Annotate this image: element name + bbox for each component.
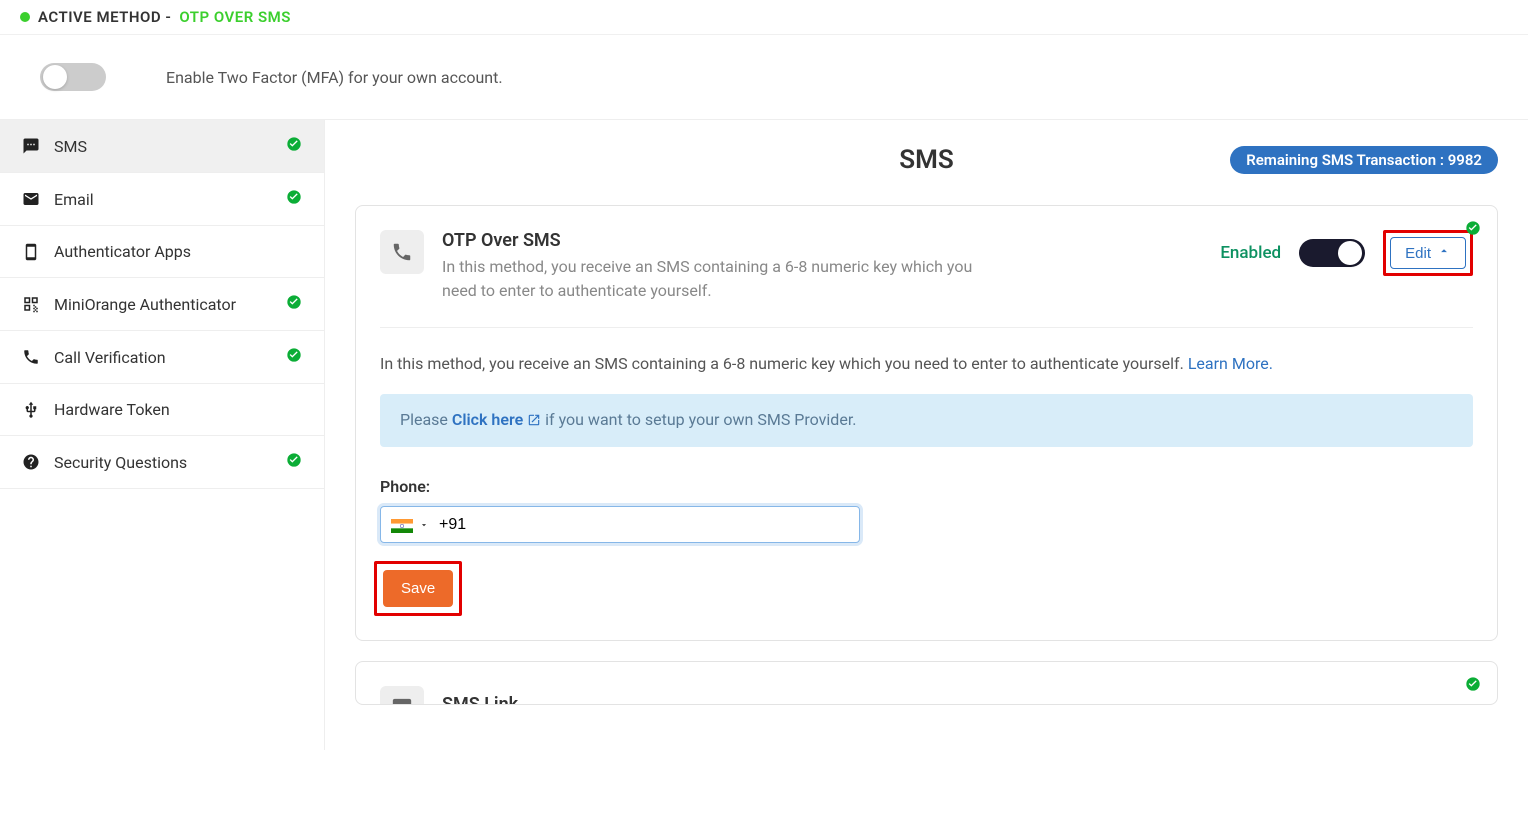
edit-highlight: Edit [1383, 230, 1473, 276]
sidebar-item-authenticator-apps[interactable]: Authenticator Apps [0, 226, 324, 278]
check-circle-icon [286, 294, 302, 314]
phone-icon [22, 243, 40, 261]
call-icon [22, 348, 40, 366]
page-title: SMS [899, 145, 954, 175]
save-highlight: Save [374, 561, 462, 616]
remaining-badge: Remaining SMS Transaction : 9982 [1230, 146, 1498, 174]
sidebar-item-label: Call Verification [54, 348, 166, 367]
edit-button[interactable]: Edit [1390, 237, 1466, 269]
sms-icon [22, 137, 40, 155]
top-bar: ACTIVE METHOD - OTP OVER SMS [0, 0, 1528, 35]
check-circle-icon [286, 189, 302, 209]
sidebar-item-sms[interactable]: SMS [0, 120, 324, 173]
check-circle-icon [1465, 220, 1481, 240]
sidebar-item-label: Hardware Token [54, 400, 170, 419]
check-circle-icon [286, 452, 302, 472]
check-circle-icon [1465, 676, 1481, 696]
banner-post: if you want to setup your own SMS Provid… [541, 410, 856, 429]
flag-india-icon [391, 518, 413, 532]
sms-link-card: SMS Link [355, 661, 1498, 705]
usb-icon [22, 401, 40, 419]
sidebar-item-label: Authenticator Apps [54, 242, 191, 261]
phone-input[interactable] [439, 516, 849, 534]
divider [380, 327, 1473, 328]
sidebar-item-email[interactable]: Email [0, 173, 324, 226]
enable-mfa-row: Enable Two Factor (MFA) for your own acc… [0, 35, 1528, 120]
phone-input-group[interactable] [380, 506, 860, 543]
method-title: OTP Over SMS [442, 230, 1202, 251]
otp-sms-card: OTP Over SMS In this method, you receive… [355, 205, 1498, 641]
sidebar-item-label: MiniOrange Authenticator [54, 295, 236, 314]
sidebar: SMS Email Authenticator Apps [0, 120, 325, 750]
qr-icon [22, 295, 40, 313]
info-banner: Please Click here if you want to setup y… [380, 394, 1473, 447]
method-title: SMS Link [442, 694, 1473, 705]
edit-button-label: Edit [1405, 245, 1431, 262]
sidebar-item-label: Security Questions [54, 453, 187, 472]
method-toggle[interactable] [1299, 239, 1365, 267]
status-dot-icon [20, 12, 30, 22]
caret-down-icon [419, 515, 429, 534]
sidebar-item-label: Email [54, 190, 94, 209]
click-here-link[interactable]: Click here [452, 410, 541, 429]
sms-link-icon [380, 686, 424, 705]
banner-pre: Please [400, 410, 452, 429]
body-text-pre: In this method, you receive an SMS conta… [380, 354, 1188, 373]
check-circle-icon [286, 347, 302, 367]
sidebar-item-call-verification[interactable]: Call Verification [0, 331, 324, 384]
enable-mfa-toggle[interactable] [40, 63, 106, 91]
phone-label: Phone: [380, 477, 1473, 496]
enable-mfa-label: Enable Two Factor (MFA) for your own acc… [166, 68, 503, 87]
method-description: In this method, you receive an SMS conta… [442, 255, 1002, 303]
method-body-text: In this method, you receive an SMS conta… [380, 352, 1473, 376]
main-header: SMS Remaining SMS Transaction : 9982 [355, 145, 1498, 175]
active-method-label: ACTIVE METHOD - [38, 8, 171, 26]
learn-more-link[interactable]: Learn More. [1188, 354, 1273, 373]
sidebar-item-label: SMS [54, 137, 87, 156]
external-link-icon [527, 412, 541, 431]
sidebar-item-miniorange[interactable]: MiniOrange Authenticator [0, 278, 324, 331]
check-circle-icon [286, 136, 302, 156]
question-icon [22, 453, 40, 471]
sidebar-item-security-questions[interactable]: Security Questions [0, 436, 324, 489]
phone-square-icon [380, 230, 424, 274]
save-button[interactable]: Save [383, 570, 453, 607]
sidebar-item-hardware-token[interactable]: Hardware Token [0, 384, 324, 436]
active-method-value: OTP OVER SMS [179, 8, 291, 26]
content-area: SMS Email Authenticator Apps [0, 120, 1528, 750]
click-here-label: Click here [452, 410, 527, 429]
country-flag-select[interactable] [391, 515, 429, 534]
status-text: Enabled [1220, 243, 1281, 263]
main-panel: SMS Remaining SMS Transaction : 9982 OTP… [325, 120, 1528, 750]
chevron-up-icon [1437, 244, 1451, 262]
email-icon [22, 190, 40, 208]
